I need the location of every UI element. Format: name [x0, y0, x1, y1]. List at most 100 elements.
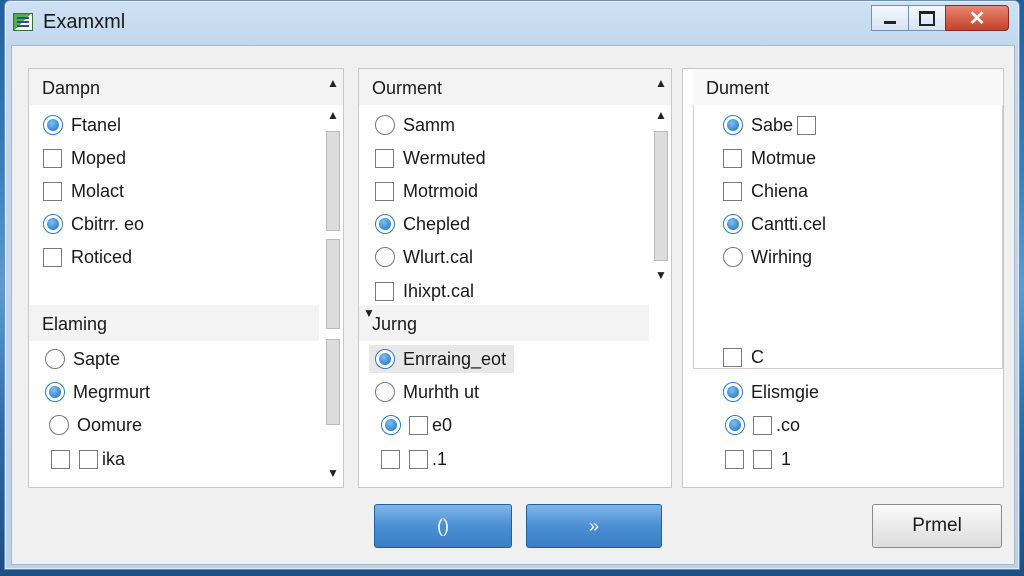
option-row[interactable]: Samm — [375, 111, 455, 139]
option-row[interactable]: ika — [51, 445, 125, 473]
option-row[interactable]: Enrraing_eot — [369, 345, 515, 373]
minimize-button[interactable] — [871, 5, 909, 31]
option-row[interactable]: Oomure — [49, 411, 142, 439]
option-row[interactable]: Wermuted — [375, 144, 486, 172]
option-row[interactable]: Chepled — [375, 210, 470, 238]
option-label: C — [751, 346, 764, 367]
scrollbar[interactable]: ▲ ▲ ▼ — [323, 69, 343, 487]
checkbox[interactable] — [43, 148, 62, 168]
option-row[interactable]: Motmue — [723, 144, 816, 172]
option-row[interactable]: 1 — [725, 445, 791, 473]
scroll-thumb[interactable] — [654, 131, 668, 261]
option-label: .co — [776, 414, 801, 435]
checkbox[interactable] — [723, 148, 742, 168]
option-label: e0 — [432, 414, 453, 435]
section-header: Elaming — [29, 305, 319, 341]
radio-button[interactable] — [723, 247, 743, 267]
option-row[interactable]: C — [723, 343, 764, 371]
window-title: Examxml — [43, 11, 126, 33]
radio-button[interactable] — [375, 115, 395, 135]
option-label: Samm — [403, 114, 456, 135]
radio-button[interactable] — [375, 214, 395, 234]
app-table-icon — [13, 13, 33, 31]
checkbox[interactable] — [753, 415, 772, 435]
radio-button[interactable] — [381, 415, 401, 435]
cancel-button[interactable]: Prmel — [872, 504, 1002, 548]
scroll-down-icon[interactable]: ▼ — [651, 265, 671, 285]
checkbox[interactable] — [375, 281, 394, 301]
scroll-up-icon[interactable]: ▲ — [323, 105, 343, 125]
option-row[interactable]: Wlurt.cal — [375, 243, 473, 271]
checkbox[interactable] — [797, 115, 817, 135]
radio-button[interactable] — [43, 115, 63, 135]
option-row[interactable]: Elismgie — [723, 378, 819, 406]
checkbox[interactable] — [725, 449, 744, 469]
checkbox[interactable] — [51, 449, 70, 469]
radio-button[interactable] — [725, 415, 745, 435]
option-row[interactable]: Moped — [43, 144, 126, 172]
radio-button[interactable] — [43, 214, 63, 234]
options-panel-2: Ourment Samm Wermuted Motrmoid Chepled W… — [358, 68, 672, 488]
option-row[interactable]: .co — [725, 411, 800, 439]
scroll-up-icon[interactable]: ▲ — [651, 105, 671, 125]
radio-button[interactable] — [723, 214, 743, 234]
option-row[interactable]: Murhth ut — [375, 378, 479, 406]
scroll-thumb[interactable] — [326, 239, 340, 329]
option-label: Wermuted — [403, 147, 486, 168]
option-row[interactable]: Chiena — [723, 177, 808, 205]
option-row[interactable]: Ftanel — [43, 111, 121, 139]
radio-button[interactable] — [49, 415, 69, 435]
option-row[interactable]: Sapte — [45, 345, 120, 373]
option-row[interactable]: Wirhing — [723, 243, 812, 271]
radio-button[interactable] — [375, 349, 395, 369]
close-button[interactable]: ✕ — [945, 5, 1009, 31]
option-row[interactable]: Megrmurt — [45, 378, 150, 406]
scroll-up-icon[interactable]: ▲ — [651, 73, 671, 93]
radio-button[interactable] — [723, 382, 743, 402]
close-icon: ✕ — [968, 7, 986, 30]
option-row[interactable]: Cbitrr. eo — [43, 210, 144, 238]
option-row[interactable]: Ihixpt.cal — [375, 277, 474, 305]
checkbox[interactable] — [723, 181, 742, 201]
checkbox[interactable] — [375, 181, 394, 201]
checkbox[interactable] — [753, 449, 772, 469]
option-label: Cantti.cel — [751, 213, 827, 234]
maximize-button[interactable] — [908, 5, 946, 31]
scrollbar[interactable]: ▲ ▲ ▼ — [651, 69, 671, 289]
checkbox[interactable] — [381, 449, 400, 469]
title-bar[interactable]: Examxml ✕ — [5, 1, 1019, 45]
option-row[interactable]: Roticed — [43, 243, 132, 271]
radio-button[interactable] — [375, 247, 395, 267]
option-label: Megrmurt — [73, 381, 151, 402]
radio-button[interactable] — [45, 382, 65, 402]
option-row[interactable]: Motrmoid — [375, 177, 478, 205]
checkbox[interactable] — [409, 449, 428, 469]
radio-button[interactable] — [723, 115, 743, 135]
app-window: Examxml ✕ Dampn Ftanel Moped Molact Cbit… — [4, 0, 1020, 570]
scroll-thumb[interactable] — [326, 131, 340, 231]
scroll-thumb[interactable] — [326, 339, 340, 425]
option-row[interactable]: Sabe — [723, 111, 825, 139]
checkbox[interactable] — [723, 347, 742, 367]
option-row[interactable]: Cantti.cel — [723, 210, 826, 238]
checkbox[interactable] — [409, 415, 428, 435]
checkbox[interactable] — [375, 148, 394, 168]
option-row[interactable]: e0 — [381, 411, 452, 439]
scroll-up-icon[interactable]: ▲ — [323, 73, 343, 93]
radio-button[interactable] — [45, 349, 65, 369]
option-label: Wlurt.cal — [403, 246, 474, 267]
option-row[interactable]: Molact — [43, 177, 124, 205]
scroll-down-icon[interactable]: ▼ — [323, 463, 343, 483]
option-label: Chiena — [751, 180, 809, 201]
checkbox[interactable] — [43, 247, 62, 267]
window-controls: ✕ — [871, 5, 1009, 31]
checkbox[interactable] — [79, 449, 98, 469]
checkbox[interactable] — [43, 181, 62, 201]
dropdown-arrow-icon[interactable]: ▼ — [359, 303, 379, 323]
option-label: Wirhing — [751, 246, 813, 267]
options-panel-1: Dampn Ftanel Moped Molact Cbitrr. eo Rot… — [28, 68, 344, 488]
option-row[interactable]: .1 — [381, 445, 447, 473]
radio-button[interactable] — [375, 382, 395, 402]
back-button[interactable]: () — [374, 504, 512, 548]
next-button[interactable]: » — [526, 504, 662, 548]
